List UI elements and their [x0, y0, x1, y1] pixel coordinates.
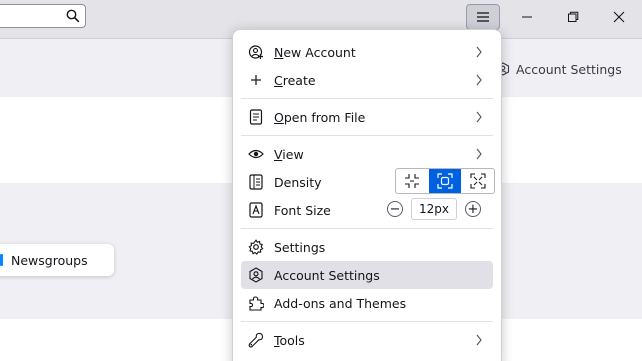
new-account-icon [248, 44, 264, 60]
newsgroups-label: Newsgroups [11, 252, 88, 268]
search-input[interactable] [0, 4, 86, 28]
menu-addons-themes[interactable]: Add-ons and Themes [241, 289, 493, 317]
menu-separator [241, 321, 493, 322]
font-size-increase-button[interactable]: + [465, 201, 481, 217]
minimize-icon [522, 16, 532, 18]
menu-new-account-label: New Account [274, 45, 356, 60]
accel-key: O [274, 109, 284, 125]
label-rest: ools [279, 332, 305, 348]
file-icon [248, 109, 264, 125]
account-settings-icon [248, 267, 264, 283]
hamburger-icon [477, 12, 489, 22]
density-compact-icon [405, 174, 420, 188]
density-compact-button[interactable] [396, 169, 429, 193]
app-menu-button[interactable] [466, 4, 500, 30]
menu-view-label: View [274, 147, 304, 162]
plus-icon [248, 72, 264, 88]
label-rest: ew Account [283, 44, 356, 60]
menu-open-from-file[interactable]: Open from File [241, 103, 493, 131]
minimize-button[interactable] [504, 0, 550, 34]
accel-key: C [274, 72, 283, 88]
close-button[interactable] [596, 0, 642, 34]
menu-open-from-file-label: Open from File [274, 110, 365, 125]
font-size-value[interactable]: 12px [411, 198, 457, 220]
menu-density: Density [241, 168, 495, 196]
density-normal-icon [437, 173, 453, 189]
menu-view[interactable]: View [241, 140, 493, 168]
menu-separator [241, 135, 493, 136]
font-size-icon [248, 202, 264, 218]
menu-tools-label: Tools [274, 333, 305, 348]
accel-key: N [274, 44, 284, 60]
chevron-right-icon [476, 74, 482, 86]
density-icon [248, 174, 264, 190]
label-rest: reate [282, 72, 316, 88]
app-menu-panel: New Account Create Open from File View D… [232, 29, 502, 361]
restore-button[interactable] [550, 0, 596, 34]
chevron-right-icon [476, 148, 482, 160]
density-normal-button[interactable] [428, 169, 462, 193]
menu-account-settings-label: Account Settings [274, 267, 380, 283]
account-settings-label: Account Settings [516, 61, 622, 77]
account-settings-link[interactable]: Account Settings [496, 60, 622, 78]
search-icon [66, 9, 80, 23]
menu-addons-themes-label: Add-ons and Themes [274, 295, 407, 311]
menu-separator [241, 98, 493, 99]
chevron-right-icon [476, 111, 482, 123]
thunderbird-window: Account Settings Newsgroups New Account [0, 0, 642, 361]
puzzle-icon [248, 295, 264, 311]
label-rest: iew [282, 146, 304, 162]
font-size-control: − 12px + [387, 198, 481, 220]
wrench-icon [248, 332, 264, 348]
menu-separator [241, 228, 493, 229]
newsgroups-icon [0, 254, 3, 266]
density-options [395, 168, 495, 194]
menu-font-size: Font Size − 12px + [241, 196, 493, 224]
restore-icon [568, 11, 579, 22]
menu-create[interactable]: Create [241, 66, 493, 94]
menu-density-label: Density [274, 174, 322, 190]
menu-font-size-label: Font Size [274, 202, 331, 218]
gear-icon [248, 239, 264, 255]
chevron-right-icon [476, 334, 482, 346]
menu-new-account[interactable]: New Account [241, 38, 493, 66]
menu-settings-label: Settings [274, 239, 326, 255]
menu-settings[interactable]: Settings [241, 233, 493, 261]
label-rest: pen from File [283, 109, 366, 125]
newsgroups-button[interactable]: Newsgroups [0, 244, 114, 276]
menu-account-settings[interactable]: Account Settings [241, 261, 493, 289]
close-icon [613, 11, 625, 23]
font-size-decrease-button[interactable]: − [387, 201, 403, 217]
chevron-right-icon [476, 46, 482, 58]
menu-create-label: Create [274, 73, 316, 88]
density-touch-icon [470, 173, 486, 189]
eye-icon [248, 146, 264, 162]
density-touch-button[interactable] [461, 169, 494, 193]
menu-tools[interactable]: Tools [241, 326, 493, 354]
